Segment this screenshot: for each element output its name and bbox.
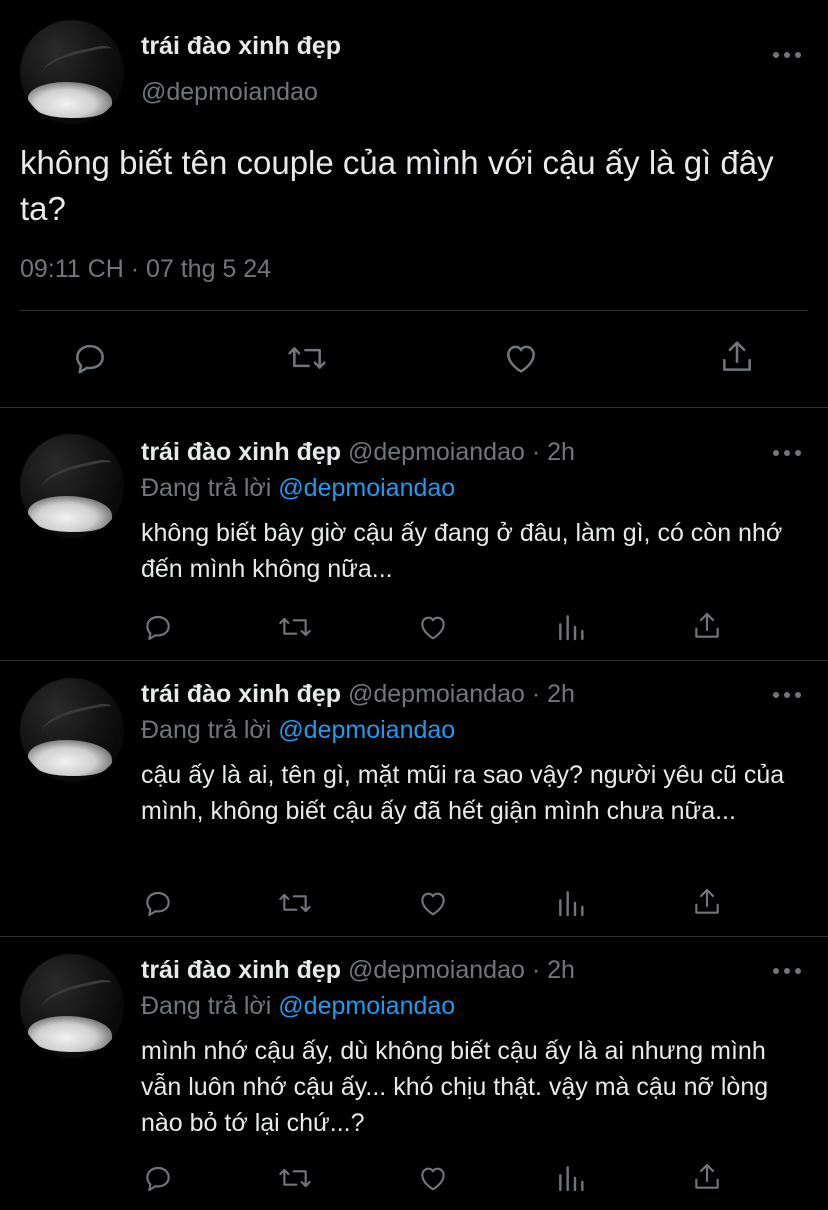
retweet-icon[interactable] [286,339,328,377]
more-icon[interactable] [773,691,801,699]
display-name[interactable]: trái đào xinh đẹp [141,680,341,708]
replying-to: Đang trả lời @depmoiandao [141,716,455,745]
tweet-text: cậu ấy là ai, tên gì, mặt mũi ra sao vậy… [141,761,785,825]
replying-label: Đang trả lời [141,716,272,744]
retweet-icon[interactable] [277,611,313,643]
username-handle[interactable]: @depmoiandao [141,78,318,107]
handle-time[interactable]: @depmoiandao · 2h [348,956,575,984]
tweet-timestamp[interactable]: 09:11 CH · 07 thg 5 24 [20,255,271,284]
heart-icon[interactable] [501,339,541,377]
handle-time[interactable]: @depmoiandao · 2h [348,680,575,708]
share-icon[interactable] [691,1160,723,1194]
more-icon[interactable] [773,449,801,457]
avatar[interactable] [20,20,124,124]
avatar[interactable] [20,434,124,538]
heart-icon[interactable] [416,1162,450,1194]
reply-tweet[interactable]: trái đào xinh đẹp @depmoiandao · 2h Đang… [0,661,828,937]
views-icon[interactable] [555,887,587,919]
main-tweet: trái đào xinh đẹp @depmoiandao không biế… [0,0,828,408]
reply-icon[interactable] [142,887,174,919]
views-icon[interactable] [555,1162,587,1194]
display-name[interactable]: trái đào xinh đẹp [141,32,341,61]
tweet-header: trái đào xinh đẹp @depmoiandao · 2h [141,680,575,709]
display-name[interactable]: trái đào xinh đẹp [141,956,341,984]
retweet-icon[interactable] [277,887,313,919]
avatar[interactable] [20,678,124,782]
divider [20,310,808,311]
mention-link[interactable]: @depmoiandao [278,716,455,744]
mention-link[interactable]: @depmoiandao [278,992,455,1020]
heart-icon[interactable] [416,611,450,643]
tweet-header: trái đào xinh đẹp @depmoiandao · 2h [141,438,575,467]
replying-label: Đang trả lời [141,992,272,1020]
replying-to: Đang trả lời @depmoiandao [141,474,455,503]
views-icon[interactable] [555,611,587,643]
share-icon[interactable] [691,609,723,643]
display-name[interactable]: trái đào xinh đẹp [141,438,341,466]
reply-icon[interactable] [142,1162,174,1194]
reply-tweet[interactable]: trái đào xinh đẹp @depmoiandao · 2h Đang… [0,937,828,1210]
tweet-text: không biết bây giờ cậu ấy đang ở đâu, là… [141,519,783,583]
share-icon[interactable] [691,885,723,919]
retweet-icon[interactable] [277,1162,313,1194]
avatar[interactable] [20,954,124,1058]
tweet-header: trái đào xinh đẹp @depmoiandao · 2h [141,956,575,985]
replying-label: Đang trả lời [141,474,272,502]
more-icon[interactable] [773,51,801,59]
more-icon[interactable] [773,967,801,975]
reply-icon[interactable] [71,339,109,377]
reply-tweet[interactable]: trái đào xinh đẹp @depmoiandao · 2h Đang… [0,408,828,660]
tweet-text: mình nhớ cậu ấy, dù không biết cậu ấy là… [141,1037,769,1137]
reply-icon[interactable] [142,611,174,643]
heart-icon[interactable] [416,887,450,919]
mention-link[interactable]: @depmoiandao [278,474,455,502]
handle-time[interactable]: @depmoiandao · 2h [348,438,575,466]
replying-to: Đang trả lời @depmoiandao [141,992,455,1021]
share-icon[interactable] [718,337,756,377]
tweet-text: không biết tên couple của mình với cậu ấ… [20,144,774,227]
